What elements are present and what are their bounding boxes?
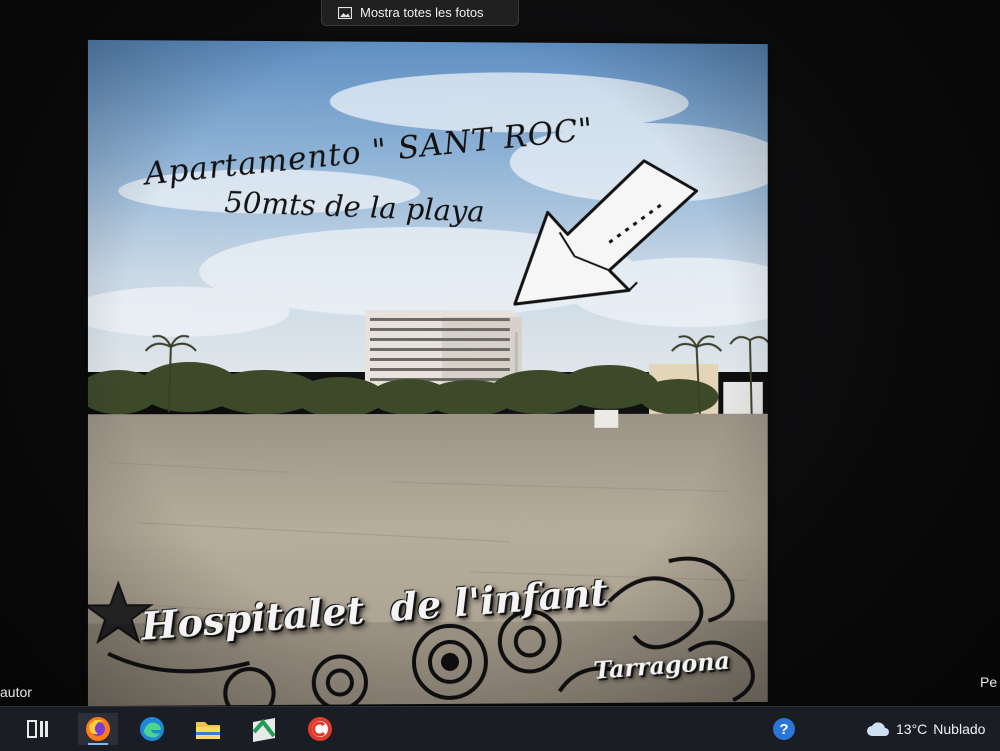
weather-condition: Nublado bbox=[933, 721, 985, 737]
ccleaner-icon bbox=[307, 716, 333, 742]
left-edge-label: autor bbox=[0, 684, 32, 700]
weather-temperature: 13°C bbox=[896, 721, 927, 737]
file-explorer-icon bbox=[195, 718, 221, 740]
firefox-icon bbox=[85, 716, 111, 742]
edge-taskbar-button[interactable] bbox=[136, 713, 168, 745]
active-indicator bbox=[88, 743, 108, 745]
weather-widget[interactable]: 13°C Nublado bbox=[866, 715, 985, 743]
svg-text:?: ? bbox=[779, 721, 788, 738]
maps-taskbar-button[interactable] bbox=[248, 713, 280, 745]
help-icon: ? bbox=[772, 717, 796, 741]
photo-gallery-icon bbox=[338, 7, 352, 19]
ccleaner-taskbar-button[interactable] bbox=[304, 713, 336, 745]
cloud-icon bbox=[866, 721, 890, 737]
show-all-photos-label: Mostra totes les fotos bbox=[360, 5, 484, 20]
windows-taskbar: ? 13°C Nublado bbox=[0, 706, 1000, 751]
firefox-taskbar-button[interactable] bbox=[78, 713, 118, 745]
show-all-photos-button[interactable]: Mostra totes les fotos bbox=[321, 0, 519, 26]
edge-icon bbox=[139, 716, 165, 742]
task-view-button[interactable] bbox=[22, 713, 54, 745]
task-view-icon bbox=[27, 719, 49, 739]
maps-app-icon bbox=[251, 716, 277, 742]
right-edge-label: Pe bbox=[980, 674, 997, 690]
file-explorer-taskbar-button[interactable] bbox=[192, 713, 224, 745]
poster-photo: Apartamento " SANT ROC" 50mts de la play… bbox=[88, 40, 768, 706]
help-tray-button[interactable]: ? bbox=[768, 713, 800, 745]
